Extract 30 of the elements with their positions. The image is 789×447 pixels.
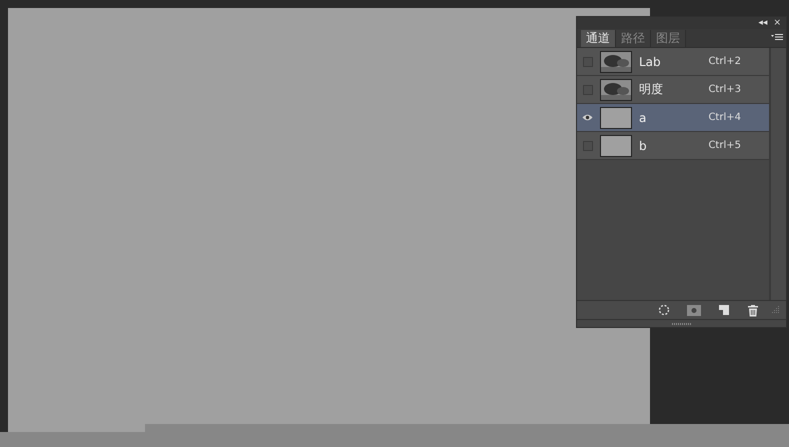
panel-menu-icon[interactable] bbox=[771, 34, 783, 42]
drag-handle[interactable] bbox=[672, 322, 692, 324]
visibility-checkbox[interactable] bbox=[583, 140, 593, 150]
channel-name: b bbox=[639, 138, 648, 152]
shortcut-label: Ctrl+2 bbox=[708, 56, 741, 67]
channel-row[interactable]: 明度 Ctrl+3 bbox=[577, 76, 769, 104]
dotted-circle-icon[interactable] bbox=[658, 304, 670, 316]
photo-placeholder bbox=[600, 50, 632, 72]
channel-name: a bbox=[639, 110, 648, 124]
channel-thumbnail bbox=[600, 134, 632, 156]
shortcut-label: Ctrl+4 bbox=[708, 112, 741, 123]
panel-tab[interactable]: 通道 bbox=[581, 30, 616, 47]
visibility-checkbox[interactable] bbox=[583, 56, 593, 66]
eye-icon[interactable] bbox=[582, 114, 593, 121]
visibility-checkbox[interactable] bbox=[583, 84, 593, 94]
close-button[interactable]: × bbox=[773, 18, 781, 28]
collapse-button[interactable]: ◂◂ bbox=[758, 18, 768, 28]
channel-name: Lab bbox=[639, 54, 662, 68]
channel-thumbnail bbox=[600, 106, 632, 128]
channel-row[interactable]: a Ctrl+4 bbox=[577, 104, 769, 132]
channel-row[interactable]: b Ctrl+5 bbox=[577, 132, 769, 160]
trash-icon[interactable] bbox=[747, 304, 759, 316]
channel-row[interactable]: Lab Ctrl+2 bbox=[577, 48, 769, 76]
shortcut-label: Ctrl+5 bbox=[708, 140, 741, 151]
new-page-icon[interactable] bbox=[718, 304, 730, 316]
scroll-track[interactable] bbox=[770, 48, 786, 300]
photo-placeholder bbox=[600, 78, 632, 100]
channel-name: 明度 bbox=[639, 81, 664, 98]
shortcut-label: Ctrl+3 bbox=[708, 84, 741, 95]
mask-icon[interactable] bbox=[687, 304, 701, 316]
